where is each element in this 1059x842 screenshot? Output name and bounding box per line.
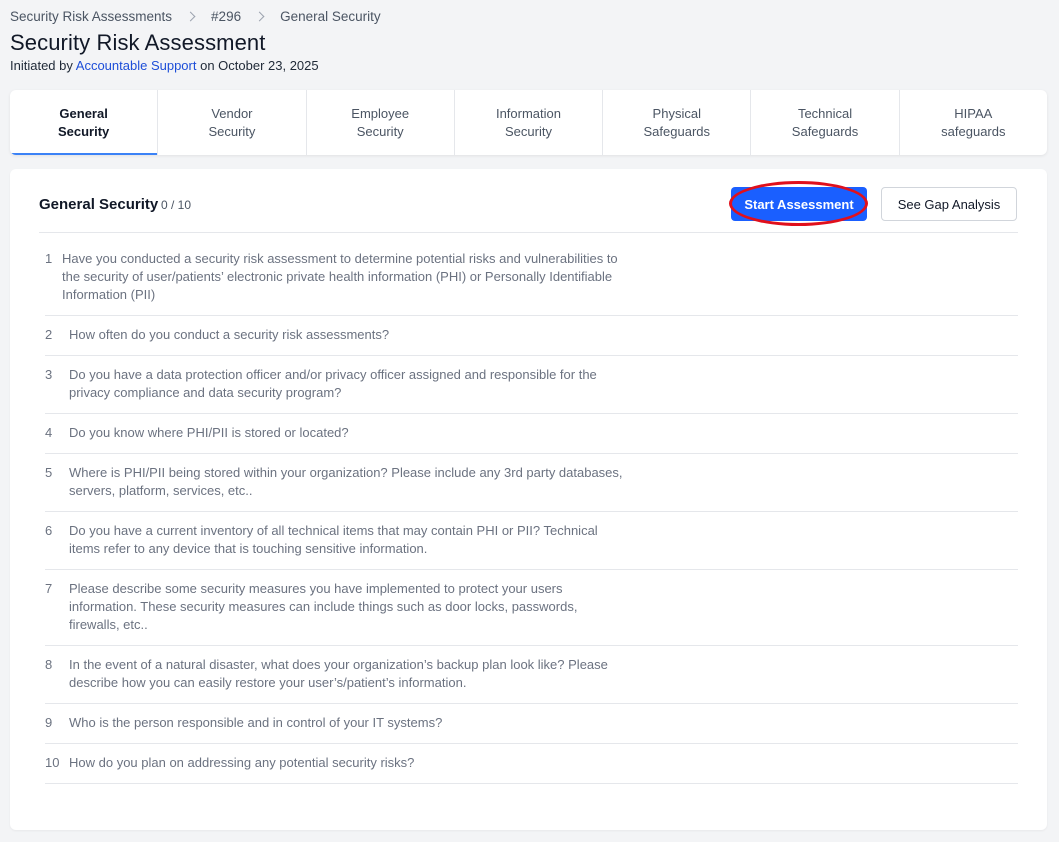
tab-hipaa-safeguards[interactable]: HIPAA safeguards xyxy=(900,90,1047,155)
tab-general-security[interactable]: General Security xyxy=(10,90,159,155)
start-assessment-button[interactable]: Start Assessment xyxy=(731,187,867,221)
question-number: 9 xyxy=(45,715,53,730)
breadcrumb: Security Risk Assessments #296 General S… xyxy=(10,7,381,25)
question-item: 7 Please describe some security measures… xyxy=(45,570,1018,646)
tab-technical-safeguards[interactable]: Technical Safeguards xyxy=(751,90,900,155)
tab-employee-security[interactable]: Employee Security xyxy=(307,90,455,155)
question-number: 5 xyxy=(45,465,53,480)
initiated-prefix: Initiated by xyxy=(10,58,76,73)
initiated-suffix: on October 23, 2025 xyxy=(196,58,319,73)
question-number: 8 xyxy=(45,657,53,672)
breadcrumb-item-assessments[interactable]: Security Risk Assessments xyxy=(10,9,172,24)
question-list: 1 Have you conducted a security risk ass… xyxy=(45,240,1018,784)
question-number: 6 xyxy=(45,523,53,538)
progress-count: 0 / 10 xyxy=(161,198,192,212)
tab-information-security[interactable]: Information Security xyxy=(455,90,604,155)
tab-physical-safeguards[interactable]: Physical Safeguards xyxy=(603,90,752,155)
question-text: How do you plan on addressing any potent… xyxy=(69,755,415,770)
see-gap-analysis-button[interactable]: See Gap Analysis xyxy=(881,187,1017,221)
question-number: 3 xyxy=(45,367,53,382)
assessment-tabs: General Security Vendor Security Employe… xyxy=(10,90,1047,155)
section-header: General Security 0 / 10 Start Assessment… xyxy=(39,181,1018,233)
question-text: In the event of a natural disaster, what… xyxy=(69,657,608,690)
page-title: Security Risk Assessment xyxy=(10,30,266,55)
question-number: 7 xyxy=(45,581,53,596)
question-item: 5 Where is PHI/PII being stored within y… xyxy=(45,454,1018,512)
question-item: 3 Do you have a data protection officer … xyxy=(45,356,1018,414)
question-number: 4 xyxy=(45,425,53,440)
question-text: Who is the person responsible and in con… xyxy=(69,715,443,730)
initiator-link[interactable]: Accountable Support xyxy=(76,58,197,73)
question-text: Please describe some security measures y… xyxy=(69,581,578,632)
question-number: 1 xyxy=(45,251,53,266)
question-text: Do you have a data protection officer an… xyxy=(69,367,597,400)
question-item: 6 Do you have a current inventory of all… xyxy=(45,512,1018,570)
question-text: Do you know where PHI/PII is stored or l… xyxy=(69,425,349,440)
question-text: How often do you conduct a security risk… xyxy=(69,327,390,342)
breadcrumb-item-assessment-id[interactable]: #296 xyxy=(211,9,241,24)
question-number: 10 xyxy=(45,755,60,770)
question-text: Do you have a current inventory of all t… xyxy=(69,523,598,556)
question-item: 10 How do you plan on addressing any pot… xyxy=(45,744,1018,784)
tab-vendor-security[interactable]: Vendor Security xyxy=(158,90,307,155)
section-title: General Security xyxy=(39,196,159,213)
question-text: Have you conducted a security risk asses… xyxy=(62,251,618,302)
initiated-info: Initiated by Accountable Support on Octo… xyxy=(10,58,319,73)
chevron-right-icon xyxy=(254,11,265,21)
question-number: 2 xyxy=(45,327,53,342)
question-item: 9 Who is the person responsible and in c… xyxy=(45,704,1018,744)
question-text: Where is PHI/PII being stored within you… xyxy=(69,465,623,498)
question-item: 1 Have you conducted a security risk ass… xyxy=(45,240,1018,316)
question-item: 8 In the event of a natural disaster, wh… xyxy=(45,646,1018,704)
chevron-right-icon xyxy=(185,11,196,21)
breadcrumb-item-current: General Security xyxy=(280,8,381,24)
question-item: 2 How often do you conduct a security ri… xyxy=(45,316,1018,356)
section-card: General Security 0 / 10 Start Assessment… xyxy=(10,169,1047,830)
question-item: 4 Do you know where PHI/PII is stored or… xyxy=(45,414,1018,454)
